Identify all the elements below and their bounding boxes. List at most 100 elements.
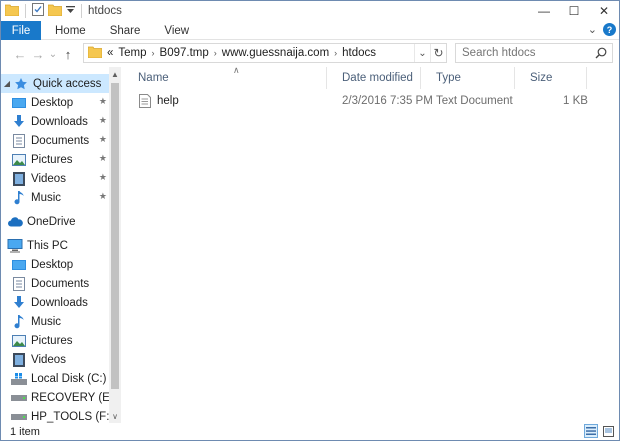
nav-label: Videos <box>31 172 66 185</box>
nav-pc-videos[interactable]: Videos <box>11 350 109 369</box>
address-bar[interactable]: « Temp › B097.tmp › www.guessnaija.com ›… <box>83 43 447 63</box>
music-icon <box>11 190 27 206</box>
chevron-right-icon[interactable]: › <box>214 48 217 58</box>
column-header-name[interactable]: Name ∧ <box>123 65 327 89</box>
search-icon[interactable] <box>595 47 607 62</box>
nav-label: OneDrive <box>27 215 76 228</box>
new-folder-icon[interactable] <box>47 4 63 19</box>
view-toggles <box>584 424 615 438</box>
file-row[interactable]: help 2/3/2016 7:35 PM Text Document 1 KB <box>123 91 593 110</box>
nav-this-pc[interactable]: This PC <box>7 236 109 255</box>
sort-up-icon: ∧ <box>233 65 240 75</box>
documents-icon <box>11 133 27 149</box>
file-date: 2/3/2016 7:35 PM <box>342 94 433 107</box>
breadcrumb-temp[interactable]: Temp <box>118 47 146 59</box>
window-title: htdocs <box>88 5 122 17</box>
tab-view[interactable]: View <box>152 21 201 40</box>
text-file-icon <box>139 93 151 108</box>
nav-label: This PC <box>27 239 68 252</box>
nav-pc-desktop[interactable]: Desktop <box>11 255 109 274</box>
breadcrumb-b097[interactable]: B097.tmp <box>160 47 209 59</box>
explorer-window: htdocs — ☐ ✕ File Home Share View ⌄ ? ← … <box>0 0 620 441</box>
breadcrumb-guessnaija[interactable]: www.guessnaija.com <box>222 47 329 59</box>
nav-local-disk-c[interactable]: Local Disk (C:) <box>11 369 109 388</box>
tab-share[interactable]: Share <box>98 21 153 40</box>
nav-quick-music[interactable]: Music ★ <box>11 188 109 207</box>
scroll-down-icon[interactable]: ∨ <box>109 409 121 423</box>
quick-access-toolbar <box>1 3 84 19</box>
nav-pc-pictures[interactable]: Pictures <box>11 331 109 350</box>
tab-file[interactable]: File <box>1 21 41 40</box>
file-size: 1 KB <box>563 94 588 107</box>
nav-label: RECOVERY (E:) <box>31 391 117 404</box>
pictures-icon <box>11 333 27 349</box>
file-name-cell[interactable]: help <box>139 91 179 110</box>
column-header-type[interactable]: Type <box>421 67 515 89</box>
documents-icon <box>11 276 27 292</box>
nav-pc-downloads[interactable]: Downloads <box>11 293 109 312</box>
breadcrumb-htdocs[interactable]: htdocs <box>342 47 376 59</box>
nav-label: Pictures <box>31 334 73 347</box>
nav-onedrive[interactable]: OneDrive <box>7 212 109 231</box>
pin-icon[interactable]: ★ <box>99 191 107 202</box>
nav-pc-documents[interactable]: Documents <box>11 274 109 293</box>
nav-recovery-e[interactable]: RECOVERY (E:) <box>11 388 117 407</box>
nav-quick-documents[interactable]: Documents ★ <box>11 131 109 150</box>
nav-quick-access[interactable]: ◢ Quick access <box>1 74 109 93</box>
help-icon[interactable]: ? <box>603 23 616 36</box>
scrollbar-thumb[interactable] <box>111 83 119 389</box>
navigation-pane: ◢ Quick access Desktop ★ Downloads ★ Doc… <box>1 67 121 423</box>
chevron-right-icon[interactable]: › <box>152 48 155 58</box>
desktop-icon <box>11 257 27 273</box>
pin-icon[interactable]: ★ <box>99 153 107 164</box>
nav-label: Desktop <box>31 258 74 271</box>
chevron-down-icon[interactable]: ◢ <box>1 79 13 88</box>
title-divider <box>81 4 82 18</box>
address-row: ← → ⌄ ↑ « Temp › B097.tmp › www.guessnai… <box>1 41 619 67</box>
folder-icon <box>4 4 20 19</box>
expand-ribbon-icon[interactable]: ⌄ <box>588 23 597 36</box>
column-label: Size <box>530 72 553 84</box>
tab-home[interactable]: Home <box>41 21 98 40</box>
windows-drive-icon <box>11 371 27 387</box>
minimize-button[interactable]: — <box>529 1 559 21</box>
up-button[interactable]: ↑ <box>59 43 77 65</box>
column-label: Name <box>138 72 169 84</box>
refresh-button[interactable]: ↻ <box>430 44 446 62</box>
nav-quick-desktop[interactable]: Desktop ★ <box>11 93 109 112</box>
scroll-up-icon[interactable]: ▲ <box>109 67 121 81</box>
breadcrumb-overflow[interactable]: « <box>107 47 113 59</box>
toolbar-divider <box>25 4 26 18</box>
nav-label: Documents <box>31 277 90 290</box>
pin-icon[interactable]: ★ <box>99 96 107 107</box>
nav-quick-pictures[interactable]: Pictures ★ <box>11 150 109 169</box>
maximize-button[interactable]: ☐ <box>559 1 589 21</box>
column-header-size[interactable]: Size <box>515 67 587 89</box>
desktop-icon <box>11 95 27 111</box>
address-dropdown-button[interactable]: ⌄ <box>414 44 430 62</box>
nav-label: Local Disk (C:) <box>31 372 107 385</box>
properties-icon[interactable] <box>32 3 44 19</box>
search-input[interactable] <box>462 47 592 59</box>
nav-quick-videos[interactable]: Videos ★ <box>11 169 109 188</box>
chevron-right-icon[interactable]: › <box>334 48 337 58</box>
ribbon-tabs: File Home Share View ⌄ ? <box>1 21 619 40</box>
pin-icon[interactable]: ★ <box>99 115 107 126</box>
forward-button[interactable]: → <box>29 43 47 65</box>
file-type: Text Document <box>436 94 513 107</box>
pin-icon[interactable]: ★ <box>99 134 107 145</box>
pin-icon[interactable]: ★ <box>99 172 107 183</box>
nav-quick-downloads[interactable]: Downloads ★ <box>11 112 109 131</box>
back-button[interactable]: ← <box>11 43 29 65</box>
ribbon-right-controls: ⌄ ? <box>588 23 616 36</box>
close-button[interactable]: ✕ <box>589 1 619 21</box>
nav-scrollbar[interactable]: ▲ ∨ <box>109 67 121 423</box>
nav-pc-music[interactable]: Music <box>11 312 109 331</box>
large-icons-view-icon[interactable] <box>601 424 615 438</box>
recent-locations-button[interactable]: ⌄ <box>47 43 59 65</box>
breadcrumb: « Temp › B097.tmp › www.guessnaija.com ›… <box>84 46 376 61</box>
search-box[interactable] <box>455 43 613 63</box>
details-view-icon[interactable] <box>584 424 598 438</box>
column-header-date[interactable]: Date modified <box>327 67 421 89</box>
customize-toolbar-icon[interactable] <box>66 4 75 18</box>
